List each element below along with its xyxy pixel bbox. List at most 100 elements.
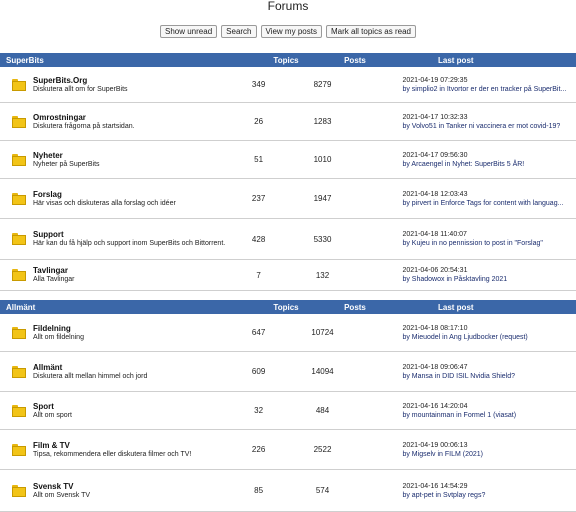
- forum-info: Support Här kan du få hjälp och support i…: [33, 230, 237, 248]
- folder-icon: [12, 192, 26, 205]
- topic-count: 349: [251, 80, 266, 89]
- action-bar: Show unread Search View my posts Mark al…: [0, 25, 576, 38]
- last-post-date: 2021-04-18 08:17:10: [402, 324, 468, 332]
- last-post-link[interactable]: by Mansa in DID ISIL Nvidia Shield?: [402, 372, 576, 381]
- forum-name-link[interactable]: Tavlingar: [33, 266, 237, 275]
- topic-count: 7: [256, 270, 261, 280]
- last-post-info: 2021-04-18 08:17:10 by Mieuodel in Ang Lj…: [354, 324, 576, 342]
- last-post-link[interactable]: by Kujeu in no pennission to post in "Fo…: [402, 239, 576, 248]
- posts-column-header: Posts: [344, 302, 366, 312]
- mark-all-read-button[interactable]: Mark all topics as read: [325, 25, 416, 38]
- last-post-info: 2021-04-17 10:32:33 by Volvo51 in Tanker …: [354, 113, 576, 131]
- last-post-date: 2021-04-17 09:56:30: [402, 151, 468, 159]
- last-post-date: 2021-04-18 11:40:07: [402, 231, 467, 238]
- forum-name-link[interactable]: Forslag: [33, 190, 237, 199]
- post-count: 14094: [311, 367, 334, 376]
- post-count: 574: [315, 486, 330, 495]
- forum-name-link[interactable]: Support: [33, 230, 237, 239]
- forum-row: Support Här kan du få hjälp och support i…: [0, 219, 576, 260]
- section-title[interactable]: Allmänt: [0, 303, 262, 312]
- forum-section: Allmänt Topics Posts Last post Fildelning All…: [0, 300, 576, 512]
- last-post-info: 2021-04-18 12:03:43 by pirvert in Enforce…: [354, 190, 576, 208]
- last-post-link[interactable]: by pirvert in Enforce Tags for content w…: [402, 199, 576, 208]
- forum-row: Nyheter Nyheter på SuperBits 51 1010 2021-04…: [0, 141, 576, 179]
- folder-icon-body: [12, 486, 26, 497]
- forum-row: Omrostningar Diskutera frågorna på starts…: [0, 103, 576, 141]
- last-post-link[interactable]: by Migselv in FILM (2021): [402, 450, 576, 459]
- last-post-info: 2021-04-18 09:06:47 by Mansa in DID ISIL …: [354, 363, 576, 381]
- post-count: 1010: [313, 155, 332, 164]
- forum-description: Nyheter på SuperBits: [33, 160, 100, 168]
- folder-icon-body: [12, 194, 26, 205]
- post-count: 8279: [313, 80, 332, 89]
- section-header: SuperBits Topics Posts Last post: [0, 53, 576, 67]
- post-count: 5330: [313, 234, 332, 244]
- forum-info: Nyheter Nyheter på SuperBits: [33, 151, 237, 169]
- forum-name-link[interactable]: Nyheter: [33, 151, 237, 160]
- forum-description: Alla Tavlingar: [33, 276, 75, 283]
- last-post-link[interactable]: by Mieuodel in Ang Ljudbocker (request): [402, 333, 576, 342]
- forum-row: SuperBits.Org Diskutera allt om for Super…: [0, 67, 576, 103]
- last-post-info: 2021-04-16 14:20:04 by mountainman in For…: [354, 402, 576, 420]
- forum-description: Här kan du få hjälp och support inom Sup…: [33, 240, 226, 247]
- forum-description: Här visas och diskuteras alla forslag oc…: [33, 199, 176, 207]
- page-title: Forums: [267, 0, 309, 13]
- forum-info: Fildelning Allt om fildelning: [33, 324, 237, 342]
- forum-info: Film & TV Tipsa, rekommendera eller disku…: [33, 441, 237, 459]
- forum-info: Forslag Här visas och diskuteras alla for…: [33, 190, 237, 208]
- folder-icon-body: [12, 271, 26, 281]
- forum-name-link[interactable]: Omrostningar: [33, 113, 237, 122]
- section-title[interactable]: SuperBits: [0, 56, 262, 65]
- folder-icon: [12, 404, 26, 417]
- forum-info: Sport Allt om sport: [33, 402, 237, 420]
- forum-info: Omrostningar Diskutera frågorna på starts…: [33, 113, 237, 131]
- forum-name-link[interactable]: SuperBits.Org: [33, 76, 237, 85]
- forum-name-link[interactable]: Film & TV: [33, 441, 237, 450]
- topic-count: 51: [254, 155, 264, 164]
- show-unread-button[interactable]: Show unread: [160, 25, 218, 38]
- forum-description: Diskutera allt om for SuperBits: [33, 85, 128, 93]
- forum-name-link[interactable]: Sport: [33, 402, 237, 411]
- topic-count: 32: [254, 406, 264, 415]
- last-post-date: 2021-04-18 12:03:43: [402, 190, 468, 198]
- topic-count: 428: [251, 234, 266, 244]
- last-post-date: 2021-04-16 14:20:04: [402, 402, 468, 410]
- post-count: 1947: [313, 194, 332, 203]
- forum-description: Allt om fildelning: [33, 333, 84, 341]
- topic-count: 226: [251, 445, 266, 454]
- last-post-info: 2021-04-17 09:56:30 by Arcaengel in Nyhet…: [354, 151, 576, 169]
- last-post-link[interactable]: by apt-pet in Svtplay regs?: [402, 491, 576, 500]
- last-post-link[interactable]: by mountainman in Formel 1 (viasat): [402, 411, 576, 420]
- topic-count: 609: [251, 367, 266, 376]
- folder-icon: [12, 153, 26, 166]
- forum-name-link[interactable]: Svensk TV: [33, 482, 237, 491]
- forum-info: Allmänt Diskutera allt mellan himmel och …: [33, 363, 237, 381]
- forum-name-link[interactable]: Allmänt: [33, 363, 237, 372]
- topics-column-header: Topics: [273, 55, 299, 65]
- forum-description: Allt om Svensk TV: [33, 491, 91, 499]
- folder-icon-body: [12, 155, 26, 166]
- last-post-link[interactable]: by Shadowox in Påsktavling 2021: [402, 275, 576, 284]
- view-my-posts-button[interactable]: View my posts: [260, 25, 322, 38]
- last-post-link[interactable]: by simplio2 in Itvortor er der en tracke…: [402, 85, 576, 94]
- post-count: 10724: [311, 328, 334, 337]
- forum-info: Svensk TV Allt om Svensk TV: [33, 482, 237, 500]
- forum-row: Allmänt Diskutera allt mellan himmel och …: [0, 352, 576, 392]
- last-post-link[interactable]: by Volvo51 in Tanker ni vaccinera er mot…: [402, 122, 576, 131]
- forum-info: SuperBits.Org Diskutera allt om for Super…: [33, 76, 237, 94]
- folder-icon-body: [12, 80, 26, 91]
- last-post-link[interactable]: by Arcaengel in Nyhet: SuperBits 5 ÅR!: [402, 160, 576, 169]
- forum-description: Diskutera frågorna på startsidan.: [33, 122, 135, 130]
- folder-icon: [12, 326, 26, 339]
- folder-icon: [12, 78, 26, 91]
- forum-name-link[interactable]: Fildelning: [33, 324, 237, 333]
- topic-count: 85: [254, 486, 264, 495]
- last-post-column-header: Last post: [438, 55, 474, 65]
- search-button[interactable]: Search: [221, 25, 257, 38]
- last-post-info: 2021-04-19 00:06:13 by Migselv in FILM (2…: [354, 441, 576, 459]
- last-post-info: 2021-04-06 20:54:31 by Shadowox in Påskta…: [354, 266, 576, 284]
- last-post-date: 2021-04-19 00:06:13: [402, 441, 468, 449]
- posts-column-header: Posts: [344, 55, 366, 65]
- last-post-date: 2021-04-16 14:54:29: [402, 482, 468, 490]
- section-header: Allmänt Topics Posts Last post: [0, 300, 576, 314]
